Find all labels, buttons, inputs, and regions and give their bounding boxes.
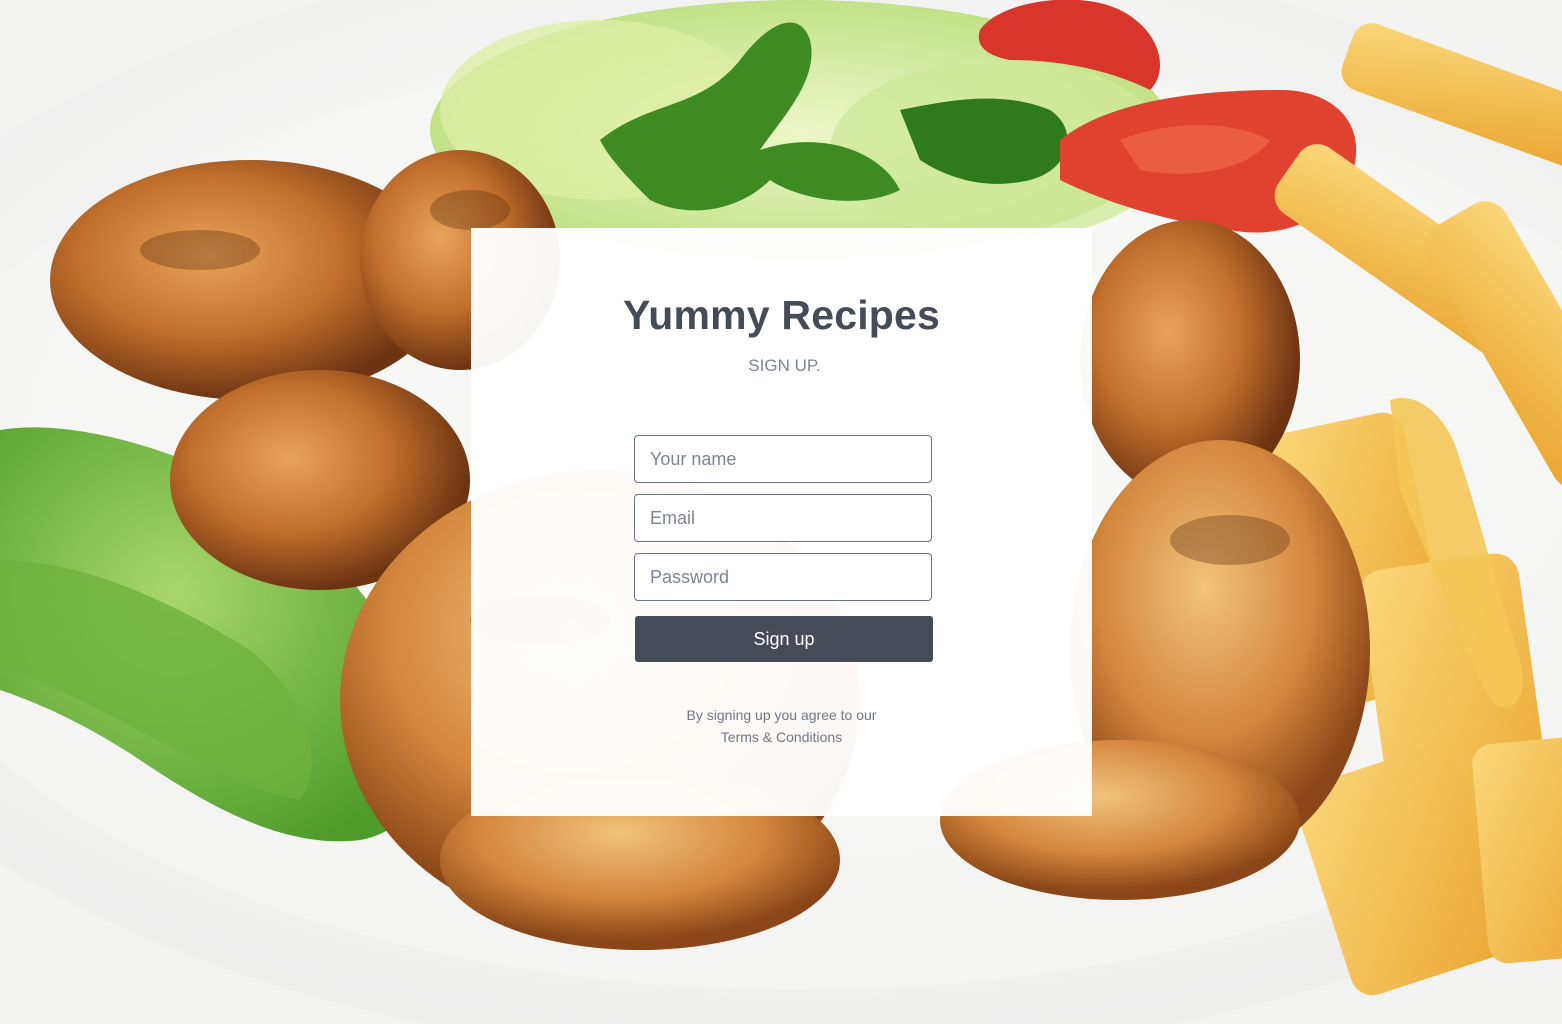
email-input[interactable]: [634, 494, 932, 542]
password-input[interactable]: [634, 553, 932, 601]
terms-agree-text: By signing up you agree to our: [686, 707, 877, 723]
terms-notice: By signing up you agree to our Terms & C…: [471, 704, 1092, 748]
signup-button[interactable]: Sign up: [635, 616, 933, 662]
name-input[interactable]: [634, 435, 932, 483]
app-title: Yummy Recipes: [622, 292, 941, 338]
terms-link[interactable]: Terms & Conditions: [721, 729, 842, 745]
form-subtitle: SIGN UP.: [748, 356, 821, 375]
signup-card: Yummy Recipes SIGN UP. Sign up By signin…: [471, 228, 1092, 816]
signup-page: Yummy Recipes SIGN UP. Sign up By signin…: [0, 0, 1562, 1024]
